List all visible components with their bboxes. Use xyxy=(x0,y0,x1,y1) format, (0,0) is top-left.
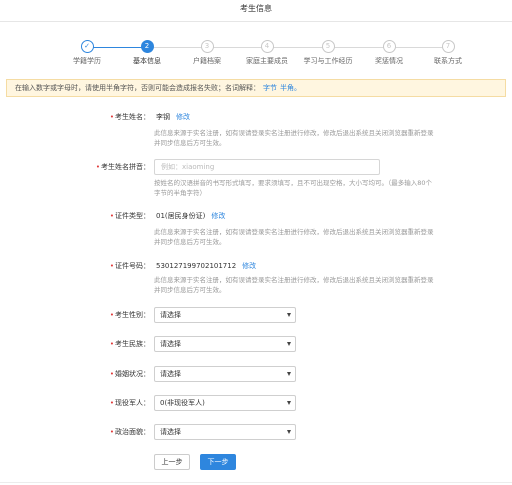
soldier-label: •现役军人： xyxy=(109,399,150,407)
name-label: •考生姓名： xyxy=(109,113,150,121)
soldier-select[interactable]: 0(非现役军人) xyxy=(154,395,296,411)
notice-text: 在输入数字或字母时，请使用半角字符，否则可能会造成报名失败；名词解释： xyxy=(15,84,260,92)
name-value: 李钢 修改 xyxy=(156,113,190,121)
step-3[interactable]: 3 户籍档案 xyxy=(177,40,237,66)
progress-steps: ✓ 学籍学历 2 基本信息 3 户籍档案 4 家庭主要成员 5 学习与工作经历 … xyxy=(0,38,512,70)
id-type-hint: 此信息来源于实名注册，如有误请登录实名注册进行修改，修改后退出系统且关闭浏览器重… xyxy=(154,228,434,246)
id-number-label: •证件号码： xyxy=(109,262,150,270)
id-type-edit-link[interactable]: 修改 xyxy=(211,212,225,220)
pinyin-label: •考生姓名拼音： xyxy=(95,163,150,171)
pinyin-input[interactable]: 例如：xiaoming xyxy=(154,159,380,175)
id-number-hint: 此信息来源于实名注册，如有误请登录实名注册进行修改，修改后退出系统且关闭浏览器重… xyxy=(154,276,434,294)
step-2[interactable]: 2 基本信息 xyxy=(117,40,177,66)
id-type-label: •证件类型： xyxy=(109,212,150,220)
next-button[interactable]: 下一步 xyxy=(200,454,236,470)
chevron-down-icon xyxy=(287,342,291,346)
id-type-value: 01(居民身份证) 修改 xyxy=(156,212,226,220)
id-number-value: 530127199702101712 修改 xyxy=(156,262,257,270)
nation-select[interactable]: 请选择 xyxy=(154,336,296,352)
gender-select[interactable]: 请选择 xyxy=(154,307,296,323)
step-4[interactable]: 4 家庭主要成员 xyxy=(237,40,297,66)
step-6[interactable]: 6 奖惩情况 xyxy=(359,40,419,66)
check-icon: ✓ xyxy=(80,40,94,53)
chevron-down-icon xyxy=(287,430,291,434)
page-title: 考生信息 xyxy=(0,0,512,22)
nation-label: •考生民族： xyxy=(109,340,150,348)
id-number-edit-link[interactable]: 修改 xyxy=(242,262,256,270)
prev-button[interactable]: 上一步 xyxy=(154,454,190,470)
chevron-down-icon xyxy=(287,313,291,317)
chevron-down-icon xyxy=(287,401,291,405)
name-hint: 此信息来源于实名注册，如有误请登录实名注册进行修改，修改后退出系统且关闭浏览器重… xyxy=(154,129,434,147)
bottom-divider xyxy=(0,482,512,483)
step-1[interactable]: ✓ 学籍学历 xyxy=(57,40,117,66)
step-5[interactable]: 5 学习与工作经历 xyxy=(298,40,358,66)
name-edit-link[interactable]: 修改 xyxy=(176,113,190,121)
marital-select[interactable]: 请选择 xyxy=(154,366,296,382)
glossary-link-byte[interactable]: 字节 xyxy=(263,84,277,92)
chevron-down-icon xyxy=(287,372,291,376)
step-7[interactable]: 7 联系方式 xyxy=(418,40,478,66)
glossary-link-halfwidth[interactable]: 半角。 xyxy=(280,84,301,92)
pinyin-hint: 按姓名的汉语拼音的书写形式填写，要求须填写，且不可出现空格，大小写均可。（最多输… xyxy=(154,179,433,197)
marital-label: •婚姻状况： xyxy=(109,370,150,378)
notice-banner: 在输入数字或字母时，请使用半角字符，否则可能会造成报名失败；名词解释： 字节 半角。 xyxy=(6,79,506,97)
political-select[interactable]: 请选择 xyxy=(154,424,296,440)
political-label: •政治面貌： xyxy=(109,428,150,436)
gender-label: •考生性别： xyxy=(109,311,150,319)
